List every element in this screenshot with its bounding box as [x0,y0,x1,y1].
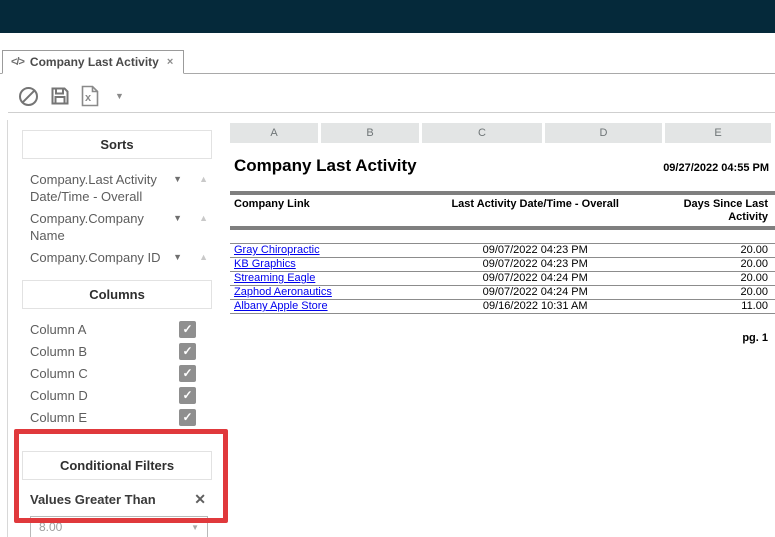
sort-ascending-icon[interactable]: ▲ [199,252,208,262]
cancel-icon [18,86,39,107]
sort-descending-icon[interactable]: ▼ [173,213,182,223]
report-timestamp: 09/27/2022 04:55 PM [663,162,769,174]
report-options-sidebar: Sorts Company.Last Activity Date/Time - … [22,122,212,537]
column-toggle-row-d: Column D ✓ [30,384,212,406]
page-number: pg. 1 [230,332,775,344]
sort-direction-controls: ▼ ▲ [173,249,212,262]
report-title-row: Company Last Activity 09/27/2022 04:55 P… [230,156,775,176]
column-toggle-row-a: Column A ✓ [30,318,212,340]
svg-text:x: x [85,92,92,104]
column-label: Column D [30,388,88,403]
table-row: Streaming Eagle 09/07/2022 04:24 PM 20.0… [230,271,775,285]
table-row: Zaphod Aeronautics 09/07/2022 04:24 PM 2… [230,285,775,299]
days-since-cell: 20.00 [650,258,775,270]
column-toggle-row-c: Column C ✓ [30,362,212,384]
sorts-section-header: Sorts [22,130,212,159]
filter-value: 8.00 [39,520,62,534]
table-row: KB Graphics 09/07/2022 04:23 PM 20.00 [230,257,775,271]
sidebar-left-edge [7,120,8,537]
table-header-company-link: Company Link [230,198,421,224]
last-activity-cell: 09/07/2022 04:24 PM [421,272,650,284]
company-link[interactable]: KB Graphics [234,258,296,270]
export-excel-button[interactable]: x [81,85,99,107]
sort-direction-controls: ▼ ▲ [173,171,212,184]
table-row: Albany Apple Store 09/16/2022 10:31 AM 1… [230,299,775,314]
spreadsheet-column-headers: A B C D E [230,123,775,143]
days-since-cell: 20.00 [650,272,775,284]
table-row: Gray Chiropractic 09/07/2022 04:23 PM 20… [230,243,775,257]
columns-section-header: Columns [22,280,212,309]
toolbar-divider [8,112,775,113]
column-c-checkbox[interactable]: ✓ [179,365,196,382]
conditional-filters-section-header: Conditional Filters [22,451,212,480]
top-navigation-bar [0,0,775,33]
column-e-checkbox[interactable]: ✓ [179,409,196,426]
sort-descending-icon[interactable]: ▼ [173,252,182,262]
save-button[interactable] [50,86,70,106]
sort-direction-controls: ▼ ▲ [173,210,212,223]
company-link[interactable]: Albany Apple Store [234,300,328,312]
table-header-row: Company Link Last Activity Date/Time - O… [230,195,775,226]
remove-filter-icon[interactable]: ✕ [194,491,206,508]
sort-item-company-id[interactable]: Company.Company ID ▼ ▲ [30,249,212,266]
column-label: Column E [30,410,87,425]
sort-item-label: Company.Company Name [30,210,173,244]
export-options-dropdown-icon[interactable]: ▼ [115,91,124,101]
last-activity-cell: 09/07/2022 04:23 PM [421,244,650,256]
days-since-cell: 20.00 [650,286,775,298]
sheet-column-e[interactable]: E [665,123,771,143]
filter-row: Values Greater Than ✕ [22,491,212,508]
column-toggle-row-e: Column E ✓ [30,406,212,428]
toolbar: x ▼ [18,85,124,107]
filter-value-dropdown[interactable]: 8.00 ▼ [30,516,208,537]
last-activity-cell: 09/07/2022 04:24 PM [421,286,650,298]
table-header-days-since: Days Since Last Activity [650,198,775,224]
tab-bar: </> Company Last Activity × [0,50,775,74]
sort-ascending-icon[interactable]: ▲ [199,174,208,184]
company-link[interactable]: Zaphod Aeronautics [234,286,332,298]
column-d-checkbox[interactable]: ✓ [179,387,196,404]
column-label: Column C [30,366,88,381]
column-label: Column B [30,344,87,359]
sheet-column-a[interactable]: A [230,123,318,143]
excel-file-icon: x [81,85,99,107]
filter-label: Values Greater Than [30,492,156,507]
save-icon [50,86,70,106]
days-since-cell: 20.00 [650,244,775,256]
code-icon: </> [11,56,24,68]
sort-ascending-icon[interactable]: ▲ [199,213,208,223]
cancel-button[interactable] [18,86,39,107]
report-title: Company Last Activity [234,156,417,176]
company-link[interactable]: Gray Chiropractic [234,244,320,256]
column-b-checkbox[interactable]: ✓ [179,343,196,360]
sort-item-last-activity[interactable]: Company.Last Activity Date/Time - Overal… [30,171,212,205]
chevron-down-icon: ▼ [191,523,199,532]
columns-list: Column A ✓ Column B ✓ Column C ✓ Column … [22,318,212,428]
days-since-cell: 11.00 [650,300,775,312]
column-a-checkbox[interactable]: ✓ [179,321,196,338]
table-header-last-activity: Last Activity Date/Time - Overall [421,198,650,224]
sort-item-company-name[interactable]: Company.Company Name ▼ ▲ [30,210,212,244]
sheet-column-d[interactable]: D [545,123,662,143]
report-preview: A B C D E Company Last Activity 09/27/20… [230,123,775,344]
tab-company-last-activity[interactable]: </> Company Last Activity × [2,50,184,74]
sort-item-label: Company.Company ID [30,249,173,266]
sheet-column-c[interactable]: C [422,123,542,143]
last-activity-cell: 09/16/2022 10:31 AM [421,300,650,312]
tab-close-icon[interactable]: × [167,56,173,68]
column-label: Column A [30,322,86,337]
app-window: </> Company Last Activity × x [0,0,775,537]
sort-item-label: Company.Last Activity Date/Time - Overal… [30,171,173,205]
company-link[interactable]: Streaming Eagle [234,272,315,284]
sorts-list: Company.Last Activity Date/Time - Overal… [22,171,212,266]
header-divider-bottom [230,226,775,230]
sheet-column-b[interactable]: B [321,123,419,143]
sort-descending-icon[interactable]: ▼ [173,174,182,184]
tab-label: Company Last Activity [30,55,159,69]
table-body: Gray Chiropractic 09/07/2022 04:23 PM 20… [230,243,775,314]
last-activity-cell: 09/07/2022 04:23 PM [421,258,650,270]
column-toggle-row-b: Column B ✓ [30,340,212,362]
